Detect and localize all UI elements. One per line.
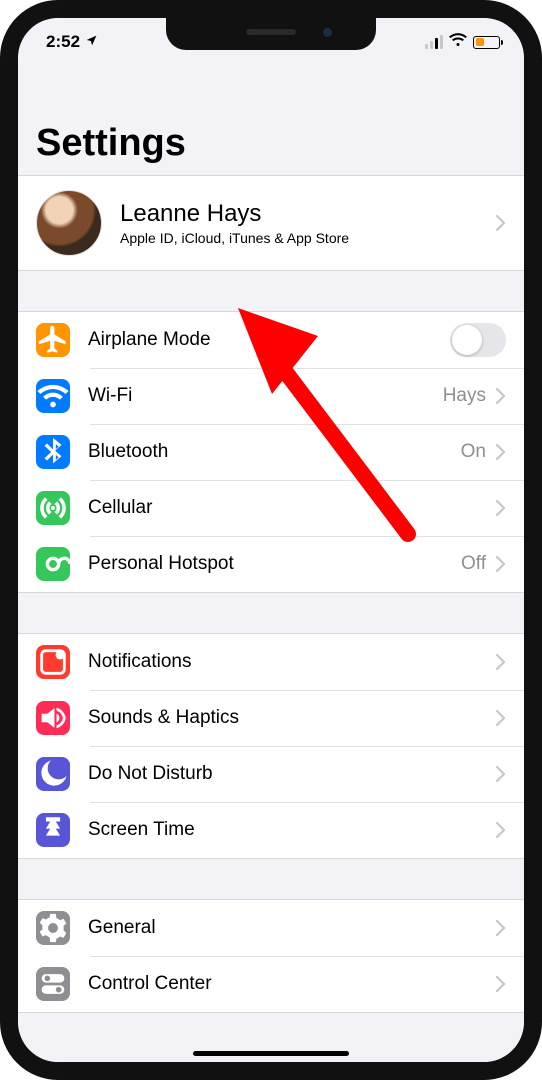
sounds-haptics-row[interactable]: Sounds & Haptics — [18, 690, 524, 746]
wifi-icon — [449, 32, 467, 52]
row-label: Control Center — [88, 973, 496, 995]
screentime-icon — [36, 813, 70, 847]
chevron-right-icon — [496, 215, 506, 231]
row-label: Bluetooth — [88, 441, 461, 463]
row-label: Wi-Fi — [88, 385, 443, 407]
chevron-right-icon — [496, 766, 506, 782]
avatar — [36, 190, 102, 256]
bluetooth-row[interactable]: BluetoothOn — [18, 424, 524, 480]
chevron-right-icon — [496, 920, 506, 936]
hotspot-icon — [36, 547, 70, 581]
chevron-right-icon — [496, 654, 506, 670]
cellular-icon — [36, 491, 70, 525]
chevron-right-icon — [496, 444, 506, 460]
control-icon — [36, 967, 70, 1001]
chevron-right-icon — [496, 822, 506, 838]
row-label: Sounds & Haptics — [88, 707, 496, 729]
connectivity-group: Airplane ModeWi-FiHaysBluetoothOnCellula… — [18, 311, 524, 593]
row-label: Do Not Disturb — [88, 763, 496, 785]
screen-time-row[interactable]: Screen Time — [18, 802, 524, 858]
notifications-row[interactable]: Notifications — [18, 634, 524, 690]
cellular-signal-icon — [425, 35, 443, 49]
chevron-right-icon — [496, 500, 506, 516]
general-icon — [36, 911, 70, 945]
profile-group: Leanne Hays Apple ID, iCloud, iTunes & A… — [18, 175, 524, 271]
row-label: Notifications — [88, 651, 496, 673]
page-title: Settings — [18, 66, 524, 175]
profile-subtitle: Apple ID, iCloud, iTunes & App Store — [120, 230, 496, 246]
row-value: Off — [461, 553, 486, 575]
profile-name: Leanne Hays — [120, 200, 496, 228]
general-group: General Control Center — [18, 899, 524, 1013]
chevron-right-icon — [496, 556, 506, 572]
statusbar-time: 2:52 — [46, 32, 80, 52]
sounds-icon — [36, 701, 70, 735]
row-label: Airplane Mode — [88, 329, 450, 351]
phone-frame: 2:52 Settings Leanne H — [0, 0, 542, 1080]
notifications-icon — [36, 645, 70, 679]
wi-fi-row[interactable]: Wi-FiHays — [18, 368, 524, 424]
airplane-toggle[interactable] — [450, 323, 506, 357]
airplane-icon — [36, 323, 70, 357]
row-label: Personal Hotspot — [88, 553, 461, 575]
control-center-row[interactable]: Control Center — [18, 956, 524, 1012]
general-row[interactable]: General — [18, 900, 524, 956]
home-indicator[interactable] — [193, 1051, 349, 1056]
dnd-icon — [36, 757, 70, 791]
location-services-icon — [85, 32, 98, 52]
chevron-right-icon — [496, 388, 506, 404]
bluetooth-icon — [36, 435, 70, 469]
airplane-mode-row[interactable]: Airplane Mode — [18, 312, 524, 368]
row-label: Cellular — [88, 497, 496, 519]
do-not-disturb-row[interactable]: Do Not Disturb — [18, 746, 524, 802]
notifications-group: Notifications Sounds & Haptics Do Not Dist… — [18, 633, 524, 859]
chevron-right-icon — [496, 976, 506, 992]
personal-hotspot-row[interactable]: Personal HotspotOff — [18, 536, 524, 592]
chevron-right-icon — [496, 710, 506, 726]
battery-icon — [473, 36, 500, 49]
row-value: Hays — [443, 385, 486, 407]
profile-row[interactable]: Leanne Hays Apple ID, iCloud, iTunes & A… — [18, 176, 524, 270]
screen: 2:52 Settings Leanne H — [18, 18, 524, 1062]
row-label: General — [88, 917, 496, 939]
row-label: Screen Time — [88, 819, 496, 841]
phone-notch — [166, 18, 376, 50]
row-value: On — [461, 441, 486, 463]
cellular-row[interactable]: Cellular — [18, 480, 524, 536]
wifi-icon — [36, 379, 70, 413]
